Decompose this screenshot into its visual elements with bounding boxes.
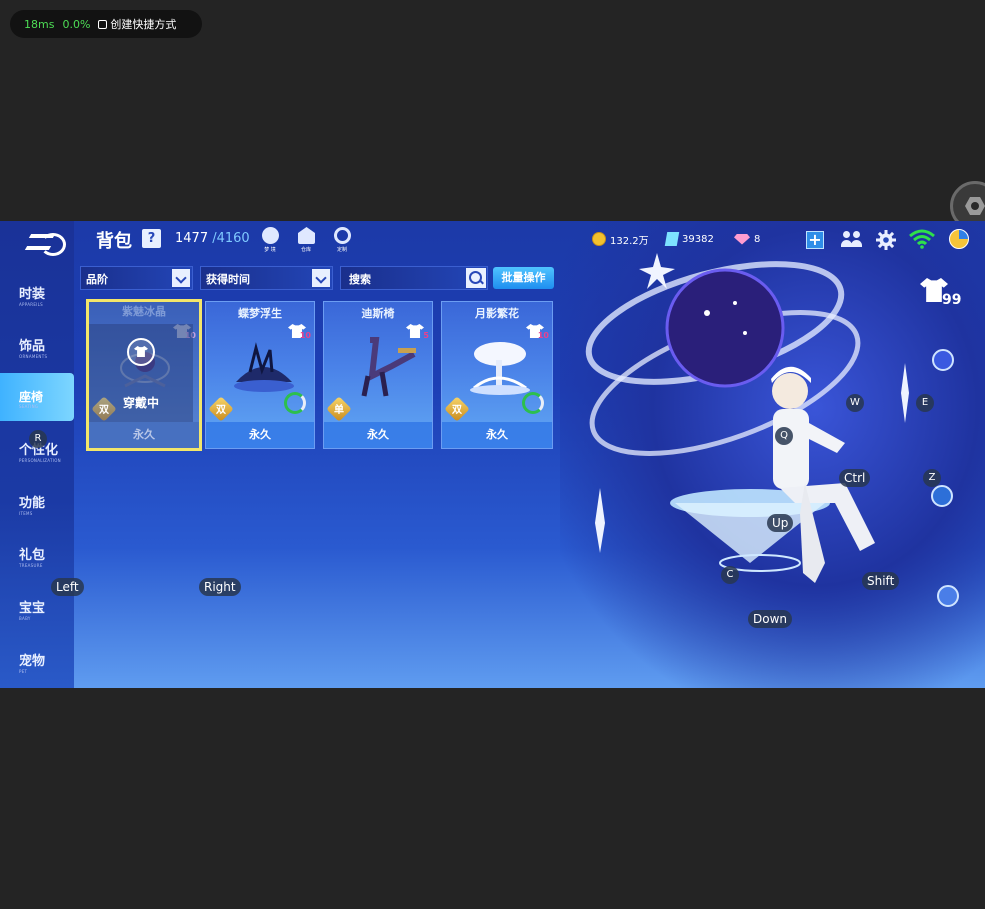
seat-type-label: 双 [99,405,109,416]
network-status-pill: 18ms 0.0% 创建快捷方式 [10,10,202,38]
item-duration: 永久 [367,428,389,441]
sidebar-item-sublabel: TREASURE [19,563,43,568]
item-count: 10 [537,331,549,340]
key-w-button[interactable]: W [846,394,864,412]
create-shortcut-label: 创建快捷方式 [110,18,177,31]
grade-filter-label: 品阶 [86,273,108,286]
sidebar-item-seating[interactable]: 座椅 SEATING [0,373,74,421]
key-c-button[interactable]: C [721,566,739,584]
sidebar-item-ornaments[interactable]: 饰品 ORNAMENTS [0,327,74,373]
sidebar-item-label: 功能 [19,496,46,511]
packet-loss-text: 0.0% [62,17,91,31]
batch-operation-button[interactable]: 批量操作 [493,267,554,289]
search-placeholder: 搜索 [349,273,371,286]
sidebar-item-sublabel: ITEMS [19,511,33,516]
sidebar-item-sublabel: PERSONALIZATION [19,458,61,463]
item-duration: 永久 [249,428,271,441]
custom-label: 定制 [336,247,347,253]
capacity-total: /4160 [212,231,250,246]
sidebar-item-sublabel: APPAREILS [19,302,43,307]
search-input[interactable]: 搜索 [340,266,488,290]
key-e-button[interactable]: E [916,394,934,412]
sofa-icon[interactable] [932,349,954,371]
sort-filter[interactable]: 获得时间 [200,266,333,290]
sidebar-item-apparel[interactable]: 时装 APPAREILS [0,275,74,321]
key-ctrl-button[interactable]: Ctrl [839,469,871,487]
search-icon[interactable] [466,268,486,288]
key-shift-button[interactable]: Shift [862,572,900,590]
item-name: 月影繁花 [475,307,519,320]
category-sidebar: 时装 APPAREILS 饰品 ORNAMENTS 座椅 SEATING 个性化… [0,221,74,688]
item-card[interactable]: 紫魅冰晶 10 穿戴中 双 永久 [86,299,202,451]
shortcut-icon [98,19,108,29]
warehouse-button[interactable]: 仓库 [294,227,318,255]
sidebar-item-sublabel: BABY [19,616,31,621]
equipped-shirt-icon [127,338,155,366]
progress-ring-icon [284,392,306,414]
help-button[interactable]: ? [142,229,161,248]
outfit-count: 99 [942,292,962,308]
sidebar-item-sublabel: ORNAMENTS [19,354,48,359]
sort-filter-label: 获得时间 [206,273,250,286]
item-name: 紫魅冰晶 [122,305,166,318]
page-title: 背包 [96,231,132,252]
chevron-down-icon [312,269,330,287]
seat-type-label: 双 [216,405,226,416]
item-duration: 永久 [486,428,508,441]
custom-icon [334,227,351,244]
game-logo [24,231,66,256]
game-viewport: 时装 APPAREILS 饰品 ORNAMENTS 座椅 SEATING 个性化… [0,221,985,688]
item-count: 10 [299,331,311,340]
sidebar-item-treasure[interactable]: 礼包 TREASURE [0,536,74,582]
create-shortcut-button[interactable]: 创建快捷方式 [98,16,176,32]
seat-type-label: 单 [334,405,344,416]
item-name: 蝶梦浮生 [238,307,282,320]
sidebar-item-label: 礼包 [19,548,46,563]
key-down-button[interactable]: Down [748,610,793,628]
sidebar-item-label: 宝宝 [19,601,46,616]
sidebar-item-sublabel: PET [19,669,28,674]
key-right-button[interactable]: Right [199,578,241,596]
disco-chair-art [361,337,416,397]
warehouse-label: 仓库 [300,247,311,253]
sidebar-item-label: 座椅 [19,390,44,404]
sidebar-item-label: 时装 [19,287,46,302]
hexagon-icon [965,197,985,215]
dream-label: 梦 境 [264,247,276,253]
sidebar-item-sublabel: SEATING [19,404,39,409]
item-card[interactable]: 月影繁花 10 双 永久 [441,301,553,449]
gender-male-icon[interactable] [931,485,953,507]
bag-capacity: 1477 /4160 [175,231,250,246]
warehouse-icon [298,227,315,244]
key-q-button[interactable]: Q [775,427,793,445]
moon-flower-seat-art [470,342,530,395]
item-count: 5 [423,331,429,340]
item-duration: 永久 [133,428,155,441]
key-r-button[interactable]: R [29,430,47,448]
chevron-down-icon [172,269,190,287]
custom-button[interactable]: 定制 [330,227,354,255]
wardrobe-shirt-icon[interactable] [937,585,959,607]
butterfly-dream-seat-art [234,342,294,392]
grade-filter[interactable]: 品阶 [80,266,193,290]
dream-button[interactable]: 梦 境 [258,227,282,255]
key-left-button[interactable]: Left [51,578,84,596]
key-z-button[interactable]: Z [923,469,941,487]
item-card[interactable]: 蝶梦浮生 10 双 永久 [205,301,315,449]
sidebar-item-label: 宠物 [19,654,46,669]
item-card[interactable]: 迪斯椅 5 单 永久 [323,301,433,449]
seat-type-label: 双 [452,405,462,416]
latency-text: 18ms [24,17,55,31]
item-name: 迪斯椅 [361,307,395,320]
progress-ring-icon [522,392,544,414]
sidebar-item-pet[interactable]: 宠物 PET [0,642,74,688]
sidebar-item-items[interactable]: 功能 ITEMS [0,484,74,530]
capacity-used: 1477 [175,231,209,246]
dream-icon [262,227,279,244]
key-up-button[interactable]: Up [767,514,794,532]
sidebar-item-label: 饰品 [19,339,46,354]
